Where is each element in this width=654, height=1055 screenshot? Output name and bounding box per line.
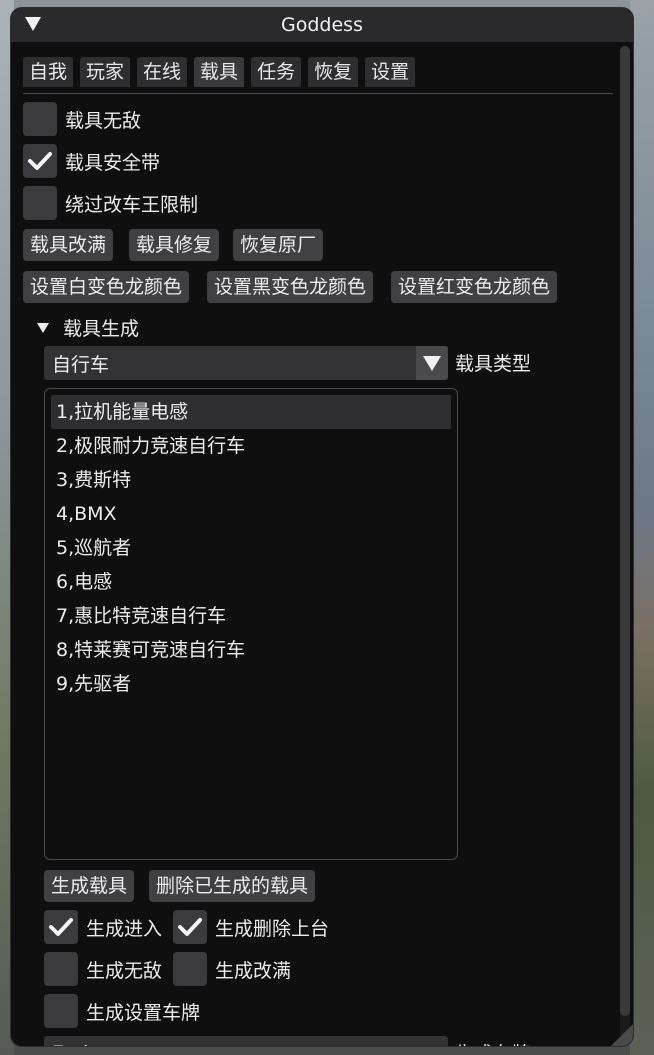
tab-self[interactable]: 自我 [23,57,74,87]
tab-recovery[interactable]: 恢复 [308,57,359,87]
menu-window: Goddess 自我 玩家 在线 载具 任务 恢复 设置 载具无敌 载具安全带 … [10,7,634,1047]
scrollbar[interactable] [620,46,630,1046]
tree-expand-arrow-icon [37,322,49,333]
spawn-enter-label: 生成进入 [86,917,163,940]
spawn-max-label: 生成改满 [215,959,292,982]
repair-button[interactable]: 载具修复 [129,229,220,261]
seatbelt-label: 载具安全带 [65,151,161,174]
seatbelt-checkbox[interactable] [23,144,57,178]
max-upgrade-button[interactable]: 载具改满 [23,229,114,261]
checkmark-icon [28,152,52,170]
tab-missions[interactable]: 任务 [251,57,302,87]
list-item[interactable]: 7,惠比特竞速自行车 [51,599,451,633]
list-item[interactable]: 6,电感 [51,565,451,599]
invincible-label: 载具无敌 [65,109,142,132]
spawn-plate-checkbox[interactable] [44,994,78,1028]
tab-online[interactable]: 在线 [137,57,188,87]
option-bypass-lsc: 绕过改车王限制 [23,186,198,220]
checkmark-icon [49,918,73,936]
plate-text-input[interactable]: Erebus [44,1036,448,1046]
option-spawn-plate: 生成设置车牌 [44,994,200,1028]
spawn-delete-prev-label: 生成删除上台 [215,917,330,940]
invincible-checkbox[interactable] [23,102,57,136]
list-item[interactable]: 4,BMX [51,497,451,531]
spawn-max-checkbox[interactable] [173,952,207,986]
option-spawn-delete-prev: 生成删除上台 [173,910,329,944]
scrollbar-thumb[interactable] [620,46,630,1016]
option-spawn-enter: 生成进入 [44,910,162,944]
delete-spawned-button[interactable]: 删除已生成的载具 [149,870,316,902]
list-item[interactable]: 5,巡航者 [51,531,451,565]
option-spawn-invincible: 生成无敌 [44,952,162,986]
spawn-section-label: 载具生成 [63,318,140,340]
bypass-lsc-label: 绕过改车王限制 [65,193,199,216]
collapse-arrow-icon[interactable] [25,17,41,31]
list-item[interactable]: 3,费斯特 [51,463,451,497]
black-chameleon-button[interactable]: 设置黑变色龙颜色 [207,271,374,303]
spawn-invincible-label: 生成无敌 [86,959,163,982]
window-title: Goddess [281,14,363,36]
chevron-down-icon [423,355,441,371]
spawn-invincible-checkbox[interactable] [44,952,78,986]
spawn-delete-prev-checkbox[interactable] [173,910,207,944]
tab-underline [23,93,613,94]
plate-input-label: 生成车牌 [455,1039,531,1046]
tab-settings[interactable]: 设置 [365,57,416,87]
list-item[interactable]: 8,特莱赛可竞速自行车 [51,633,451,667]
spawn-enter-checkbox[interactable] [44,910,78,944]
bypass-lsc-checkbox[interactable] [23,186,57,220]
tab-bar: 自我 玩家 在线 载具 任务 恢复 设置 [23,57,416,87]
vehicle-type-dropdown[interactable]: 自行车 [44,346,448,380]
red-chameleon-button[interactable]: 设置红变色龙颜色 [391,271,558,303]
restore-factory-button[interactable]: 恢复原厂 [233,229,324,261]
window-content: 自我 玩家 在线 载具 任务 恢复 设置 载具无敌 载具安全带 绕过改车王限制 … [23,42,615,1046]
dropdown-arrow-button[interactable] [416,346,448,380]
vehicle-type-label: 载具类型 [455,353,532,375]
vehicle-listbox[interactable]: 1,拉机能量电感 2,极限耐力竞速自行车 3,费斯特 4,BMX 5,巡航者 6… [44,388,458,860]
option-invincible: 载具无敌 [23,102,141,136]
title-bar[interactable]: Goddess [11,8,633,42]
list-item[interactable]: 1,拉机能量电感 [51,395,451,429]
white-chameleon-button[interactable]: 设置白变色龙颜色 [23,271,190,303]
list-item[interactable]: 2,极限耐力竞速自行车 [51,429,451,463]
spawn-tree-node[interactable]: 载具生成 [37,314,139,341]
tab-players[interactable]: 玩家 [80,57,131,87]
option-seatbelt: 载具安全带 [23,144,160,178]
checkmark-icon [178,918,202,936]
list-item[interactable]: 9,先驱者 [51,667,451,701]
resize-grip-icon[interactable] [611,1024,633,1046]
option-spawn-max: 生成改满 [173,952,291,986]
tab-vehicle[interactable]: 载具 [194,57,245,87]
vehicle-type-value: 自行车 [52,353,110,376]
spawn-vehicle-button[interactable]: 生成载具 [44,870,135,902]
spawn-plate-label: 生成设置车牌 [86,1001,201,1024]
